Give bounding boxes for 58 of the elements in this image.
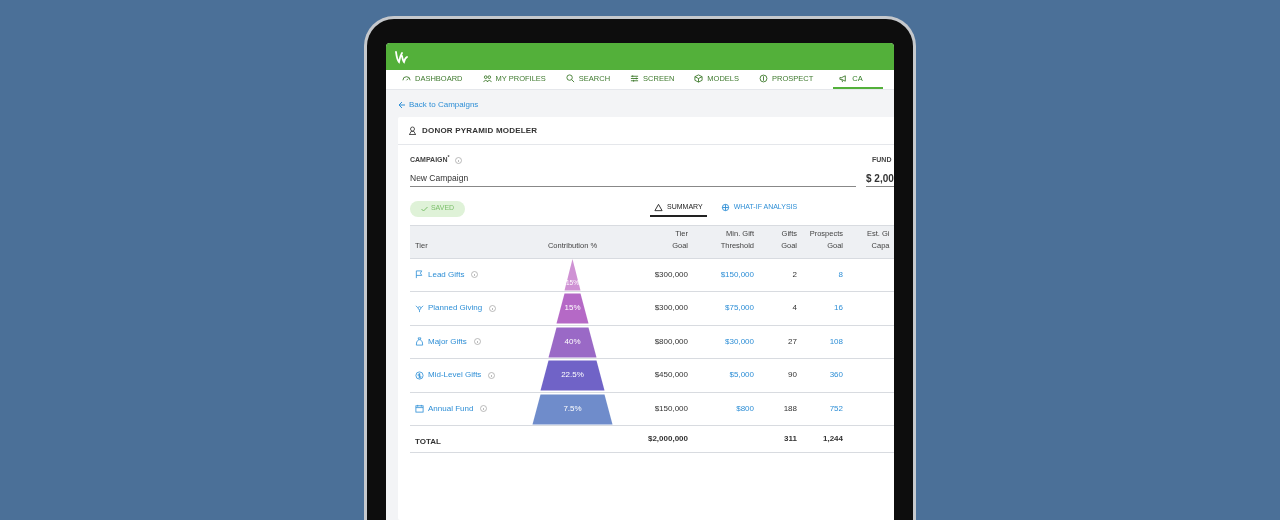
info-icon[interactable] <box>471 271 479 279</box>
card-title: DONOR PYRAMID MODELER <box>422 124 538 137</box>
info-icon[interactable] <box>473 338 481 346</box>
search-icon <box>565 74 575 83</box>
table-cell: $300,000 <box>654 302 688 315</box>
total-value: $2,000,000 <box>647 433 688 445</box>
people-icon <box>482 74 492 83</box>
gauge-icon <box>402 74 411 83</box>
left-arrow-icon <box>398 101 406 109</box>
contribution-percent: 40% <box>564 335 581 348</box>
megaphone-icon <box>839 74 849 83</box>
table-cell: $450,000 <box>654 369 688 382</box>
campaign-input-field[interactable]: New Campaign <box>410 171 856 187</box>
threshold-link[interactable]: $800 <box>736 402 754 415</box>
prospects-link[interactable]: 752 <box>829 402 843 415</box>
threshold-link[interactable]: $75,000 <box>725 302 754 315</box>
calendar-icon <box>415 404 424 414</box>
fund-input-field[interactable]: $ 2,00 <box>866 171 894 187</box>
total-label: TOTAL <box>415 437 441 446</box>
info-icon[interactable] <box>488 371 496 379</box>
tier-link[interactable]: Mid-Level Gifts <box>428 369 482 382</box>
table-cell: 27 <box>788 335 797 348</box>
prospects-link[interactable]: 16 <box>834 302 843 315</box>
table-cell: 4 <box>792 302 797 315</box>
tier-link[interactable]: Lead Gifts <box>428 268 465 281</box>
logo-icon[interactable] <box>394 49 408 64</box>
tier-link[interactable]: Annual Fund <box>428 402 474 415</box>
check-icon <box>420 205 428 212</box>
contribution-percent: 15% <box>564 302 581 315</box>
dollar-circle-icon <box>415 370 424 380</box>
threshold-link[interactable]: $150,000 <box>720 268 754 281</box>
sliders-icon <box>630 74 640 83</box>
prospects-link[interactable]: 8 <box>838 268 843 281</box>
tier-link[interactable]: Major Gifts <box>428 335 467 348</box>
contribution-percent: 7.5% <box>563 402 582 415</box>
flag-icon <box>415 270 424 280</box>
triangle-icon <box>654 203 663 212</box>
prospects-link[interactable]: 108 <box>829 335 843 348</box>
money-bag-icon <box>415 337 424 347</box>
table-cell: 2 <box>792 268 797 281</box>
threshold-link[interactable]: $5,000 <box>729 369 754 382</box>
total-value: 311 <box>784 433 797 445</box>
cube-icon <box>694 74 704 83</box>
table-cell: $150,000 <box>654 402 688 415</box>
total-value: 1,244 <box>822 433 843 445</box>
contribution-percent: 22.5% <box>561 369 584 382</box>
table-cell: $300,000 <box>654 268 688 281</box>
pyramid-person-icon <box>408 126 417 135</box>
tier-link[interactable]: Planned Giving <box>428 302 483 315</box>
table-cell: 90 <box>788 369 797 382</box>
info-icon[interactable] <box>480 405 488 413</box>
table-cell: 188 <box>783 402 797 415</box>
prospects-link[interactable]: 360 <box>829 369 843 382</box>
info-icon[interactable] <box>454 156 462 164</box>
back-link[interactable]: Back to Campaigns <box>398 99 894 111</box>
info-icon[interactable] <box>489 304 497 312</box>
table-cell: $800,000 <box>654 335 688 348</box>
threshold-link[interactable]: $30,000 <box>725 335 754 348</box>
